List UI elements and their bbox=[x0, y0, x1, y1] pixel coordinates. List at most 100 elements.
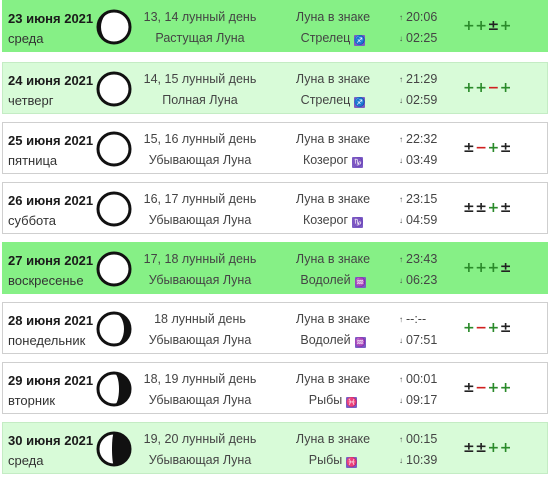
row-date: 28 июня 2021 bbox=[8, 313, 94, 328]
row-date: 29 июня 2021 bbox=[8, 373, 94, 388]
zodiac-label: Луна в знаке bbox=[295, 10, 371, 24]
rating-mark: + bbox=[487, 200, 500, 216]
rating-mark: + bbox=[463, 260, 476, 276]
moon-phase-icon bbox=[96, 9, 132, 45]
zodiac-icon: ♒ bbox=[354, 277, 366, 288]
moonset-time: ↓ 02:25 bbox=[399, 31, 438, 45]
rating-mark: ± bbox=[499, 320, 512, 336]
moon-phase-label: Убывающая Луна bbox=[148, 273, 252, 287]
rating-mark: ± bbox=[475, 200, 488, 216]
rating-mark: ± bbox=[499, 140, 512, 156]
row-weekday: суббота bbox=[8, 213, 57, 228]
rating-mark: ± bbox=[463, 200, 476, 216]
zodiac-sign: Козерог ♑ bbox=[302, 153, 364, 168]
rating-mark: ± bbox=[463, 140, 476, 156]
rating-mark: + bbox=[487, 380, 500, 396]
day-rating-marks: ++−+ bbox=[463, 80, 512, 96]
lunar-day: 15, 16 лунный день bbox=[143, 132, 257, 146]
calendar-row[interactable]: 25 июня 2021 пятница 15, 16 лунный день … bbox=[2, 122, 548, 174]
moonrise-time: ↑ 23:15 bbox=[399, 192, 438, 206]
zodiac-label: Луна в знаке bbox=[295, 372, 371, 386]
moon-phase-label: Растущая Луна bbox=[155, 31, 245, 45]
moon-phase-icon bbox=[96, 191, 132, 227]
moon-phase-icon bbox=[96, 131, 132, 167]
arrow-down-icon: ↓ bbox=[399, 396, 403, 405]
moon-phase-label: Убывающая Луна bbox=[148, 393, 252, 407]
zodiac-label: Луна в знаке bbox=[295, 252, 371, 266]
lunar-day: 18 лунный день bbox=[154, 312, 246, 326]
moon-phase-label: Убывающая Луна bbox=[148, 453, 252, 467]
moonrise-time: ↑ --:-- bbox=[399, 312, 427, 326]
row-date: 26 июня 2021 bbox=[8, 193, 94, 208]
moonset-time: ↓ 09:17 bbox=[399, 393, 438, 407]
moonrise-time: ↑ 22:32 bbox=[399, 132, 438, 146]
zodiac-label: Луна в знаке bbox=[295, 312, 371, 326]
calendar-row[interactable]: 30 июня 2021 среда 19, 20 лунный день Уб… bbox=[2, 422, 548, 474]
moon-phase-label: Убывающая Луна bbox=[148, 153, 252, 167]
row-date: 30 июня 2021 bbox=[8, 433, 94, 448]
moonset-time: ↓ 03:49 bbox=[399, 153, 438, 167]
moon-phase-icon bbox=[96, 311, 132, 347]
moon-phase-icon bbox=[96, 71, 132, 107]
day-rating-marks: ±−+± bbox=[463, 140, 512, 156]
calendar-row[interactable]: 27 июня 2021 воскресенье 17, 18 лунный д… bbox=[2, 242, 548, 294]
rating-mark: + bbox=[475, 18, 488, 34]
rating-mark: + bbox=[475, 260, 488, 276]
calendar-row[interactable]: 29 июня 2021 вторник 18, 19 лунный день … bbox=[2, 362, 548, 414]
zodiac-sign: Стрелец ♐ bbox=[300, 93, 366, 108]
zodiac-sign: Водолей ♒ bbox=[300, 273, 366, 288]
row-weekday: среда bbox=[8, 453, 44, 468]
rating-mark: + bbox=[487, 260, 500, 276]
rating-mark: + bbox=[475, 80, 488, 96]
zodiac-label: Луна в знаке bbox=[295, 192, 371, 206]
rating-mark: + bbox=[487, 440, 500, 456]
day-rating-marks: +−+± bbox=[463, 320, 512, 336]
zodiac-icon: ♑ bbox=[352, 217, 364, 228]
moonset-time: ↓ 10:39 bbox=[399, 453, 438, 467]
rating-mark: + bbox=[499, 440, 512, 456]
calendar-row[interactable]: 23 июня 2021 среда 13, 14 лунный день Ра… bbox=[2, 0, 548, 52]
row-date: 27 июня 2021 bbox=[8, 253, 94, 268]
moonset-time: ↓ 07:51 bbox=[399, 333, 438, 347]
calendar-row[interactable]: 28 июня 2021 понедельник 18 лунный день … bbox=[2, 302, 548, 354]
moon-phase-icon bbox=[96, 251, 132, 287]
zodiac-label: Луна в знаке bbox=[295, 132, 371, 146]
row-weekday: вторник bbox=[8, 393, 56, 408]
arrow-down-icon: ↓ bbox=[399, 34, 403, 43]
arrow-up-icon: ↑ bbox=[399, 255, 403, 264]
zodiac-sign: Водолей ♒ bbox=[300, 333, 366, 348]
moon-phase-label: Убывающая Луна bbox=[148, 213, 252, 227]
rating-mark: ± bbox=[499, 200, 512, 216]
arrow-down-icon: ↓ bbox=[399, 336, 403, 345]
zodiac-icon: ♓ bbox=[346, 397, 358, 408]
arrow-up-icon: ↑ bbox=[399, 315, 403, 324]
row-weekday: понедельник bbox=[8, 333, 86, 348]
rating-mark: + bbox=[463, 80, 476, 96]
moonrise-time: ↑ 00:01 bbox=[399, 372, 438, 386]
zodiac-label: Луна в знаке bbox=[295, 72, 371, 86]
lunar-day: 18, 19 лунный день bbox=[143, 372, 257, 386]
calendar-row[interactable]: 24 июня 2021 четверг 14, 15 лунный день … bbox=[2, 62, 548, 114]
zodiac-icon: ♒ bbox=[354, 337, 366, 348]
calendar-row[interactable]: 26 июня 2021 суббота 16, 17 лунный день … bbox=[2, 182, 548, 234]
moonrise-time: ↑ 23:43 bbox=[399, 252, 438, 266]
moon-phase-label: Полная Луна bbox=[162, 93, 238, 107]
arrow-down-icon: ↓ bbox=[399, 276, 403, 285]
arrow-down-icon: ↓ bbox=[399, 456, 403, 465]
rating-mark: − bbox=[475, 140, 488, 156]
rating-mark: ± bbox=[463, 440, 476, 456]
rating-mark: + bbox=[499, 380, 512, 396]
row-weekday: четверг bbox=[8, 93, 54, 108]
arrow-up-icon: ↑ bbox=[399, 435, 403, 444]
moon-phase-icon bbox=[96, 431, 132, 467]
arrow-up-icon: ↑ bbox=[399, 13, 403, 22]
arrow-up-icon: ↑ bbox=[399, 375, 403, 384]
row-date: 24 июня 2021 bbox=[8, 73, 94, 88]
lunar-day: 14, 15 лунный день bbox=[143, 72, 257, 86]
arrow-up-icon: ↑ bbox=[399, 195, 403, 204]
row-date: 23 июня 2021 bbox=[8, 11, 94, 26]
zodiac-sign: Рыбы ♓ bbox=[308, 453, 358, 468]
zodiac-icon: ♓ bbox=[346, 457, 358, 468]
day-rating-marks: ±±++ bbox=[463, 440, 512, 456]
rating-mark: + bbox=[463, 18, 476, 34]
